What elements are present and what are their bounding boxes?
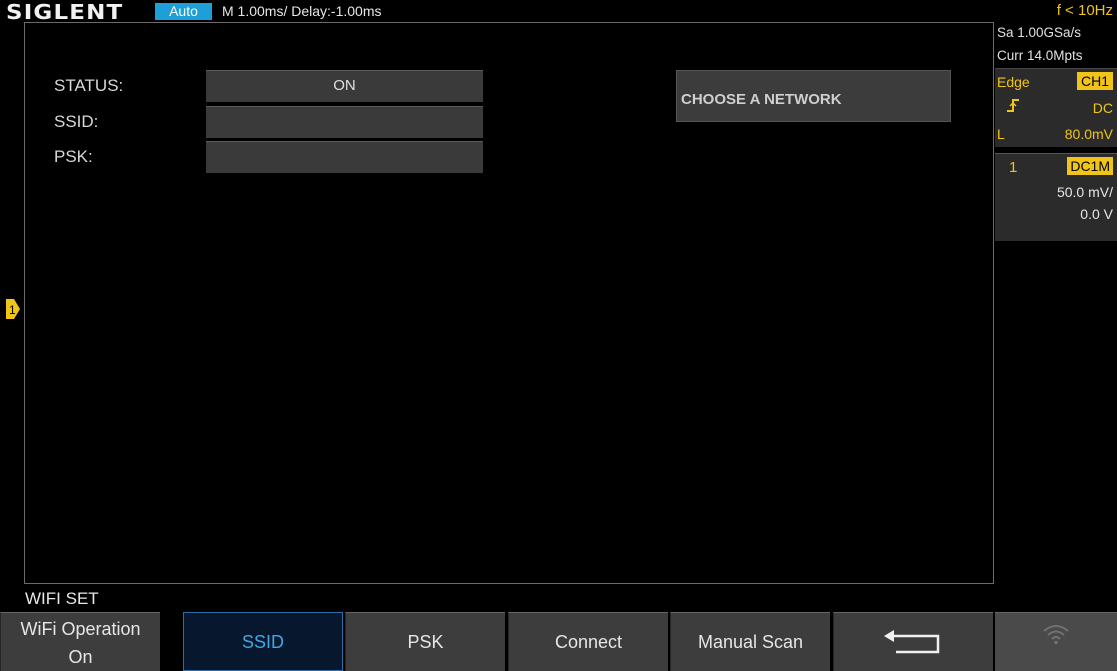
psk-field[interactable] xyxy=(206,141,483,173)
frequency-readout: f < 10Hz xyxy=(1056,2,1113,19)
trigger-coupling: DC xyxy=(1092,100,1113,116)
psk-softkey-label: PSK xyxy=(407,632,444,652)
ssid-label: SSID: xyxy=(54,112,99,131)
ssid-softkey-label: SSID xyxy=(241,632,284,652)
waveform-display: STATUS: ON SSID: PSK: CHOOSE A NETWORK xyxy=(24,22,994,584)
wifi-status-area xyxy=(995,612,1117,671)
channel-1-marker-icon[interactable]: 1 xyxy=(6,298,20,320)
return-arrow-icon xyxy=(884,630,940,654)
choose-network-button[interactable]: CHOOSE A NETWORK xyxy=(676,70,951,122)
channel-1-marker-label: 1 xyxy=(9,303,16,317)
channel-coupling-badge: DC1M xyxy=(1067,157,1113,175)
trigger-type: Edge xyxy=(997,74,1030,90)
timebase-readout: M 1.00ms/ Delay:-1.00ms xyxy=(222,3,382,19)
trigger-level-value: 80.0mV xyxy=(1064,126,1113,142)
channel-offset: 0.0 V xyxy=(1080,206,1113,222)
memory-depth: Curr 14.0Mpts xyxy=(997,48,1083,63)
connect-softkey[interactable]: Connect xyxy=(508,612,668,671)
wifi-icon xyxy=(1043,625,1069,645)
return-softkey[interactable] xyxy=(833,612,993,671)
trigger-mode-badge: Auto xyxy=(155,3,212,20)
manual-scan-softkey[interactable]: Manual Scan xyxy=(670,612,830,671)
connect-softkey-label: Connect xyxy=(554,632,623,652)
brand-logo: SIGLENT xyxy=(6,0,124,24)
ssid-field[interactable] xyxy=(206,106,483,138)
psk-softkey[interactable]: PSK xyxy=(345,612,505,671)
side-info-panel: Sa 1.00GSa/s Curr 14.0Mpts Edge CH1 DC L… xyxy=(995,22,1117,241)
menu-title: WIFI SET xyxy=(25,589,99,608)
psk-label: PSK: xyxy=(54,147,93,166)
wifi-operation-value: On xyxy=(68,647,93,667)
channel-number: 1 xyxy=(1009,159,1018,176)
status-label: STATUS: xyxy=(54,76,124,95)
rising-edge-icon xyxy=(1007,99,1019,112)
channel-1-info[interactable]: 1 DC1M 50.0 mV/ 0.0 V xyxy=(995,153,1117,241)
status-field[interactable]: ON xyxy=(206,70,483,102)
trigger-level-label: L xyxy=(997,126,1005,142)
wifi-operation-label: WiFi Operation xyxy=(20,619,141,639)
channel-scale: 50.0 mV/ xyxy=(1056,184,1113,200)
trigger-panel[interactable]: Edge CH1 DC L 80.0mV xyxy=(995,68,1117,147)
top-status-bar: SIGLENT Auto M 1.00ms/ Delay:-1.00ms f <… xyxy=(0,0,1117,24)
sample-rate: Sa 1.00GSa/s xyxy=(997,25,1082,40)
softkey-bar: WiFi Operation On SSID PSK Connect Manua… xyxy=(0,612,1117,671)
wifi-operation-softkey[interactable]: WiFi Operation On xyxy=(0,612,160,671)
trigger-source-badge: CH1 xyxy=(1076,72,1113,90)
ssid-softkey[interactable]: SSID xyxy=(183,612,343,671)
manual-scan-softkey-label: Manual Scan xyxy=(697,632,804,652)
